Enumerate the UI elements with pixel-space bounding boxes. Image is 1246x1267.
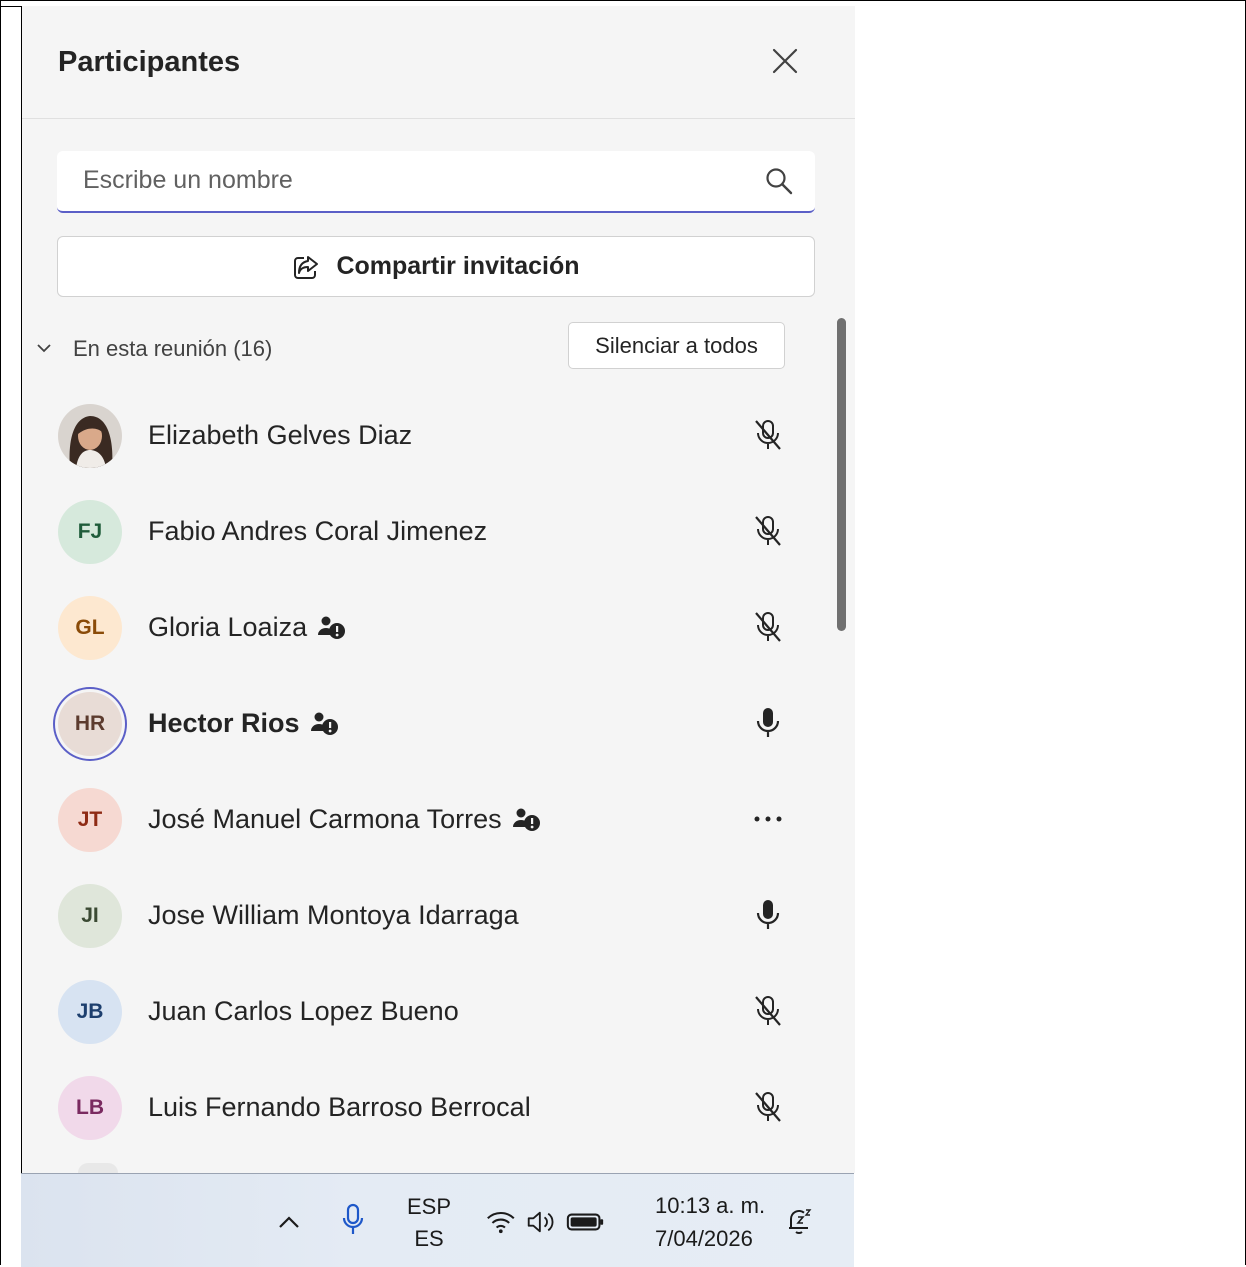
- participant-name-group: Hector Rios: [148, 708, 340, 739]
- clock[interactable]: 10:13 a. m. 7/04/2026: [655, 1189, 765, 1255]
- mic-on-icon: [750, 705, 786, 741]
- avatar: JI: [58, 884, 122, 948]
- avatar-initials: JT: [77, 808, 103, 831]
- external-user-icon: [317, 615, 347, 641]
- header-divider: [22, 118, 855, 119]
- participant-name: Jose William Montoya Idarraga: [148, 900, 519, 930]
- participant-name: Juan Carlos Lopez Bueno: [148, 996, 459, 1026]
- wifi-icon: [487, 1212, 515, 1234]
- microphone-tray-button[interactable]: [335, 1200, 371, 1240]
- avatar: LB: [58, 1076, 122, 1140]
- clock-date: 7/04/2026: [655, 1226, 753, 1251]
- participant-row[interactable]: JI Jose William Montoya Idarraga: [22, 866, 855, 962]
- search-box[interactable]: [57, 151, 815, 213]
- mic-off-icon: [750, 1089, 786, 1125]
- participant-name: Hector Rios: [148, 708, 300, 738]
- avatar-initials: HR: [74, 712, 106, 735]
- participant-row[interactable]: LB Luis Fernando Barroso Berrocal: [22, 1058, 855, 1154]
- notifications-button[interactable]: [783, 1204, 817, 1238]
- participant-row[interactable]: GL Gloria Loaiza: [22, 578, 855, 674]
- participant-name-group: Juan Carlos Lopez Bueno: [148, 996, 459, 1027]
- system-status-group[interactable]: [485, 1204, 605, 1240]
- do-not-disturb-bell-icon: [789, 1209, 812, 1234]
- avatar: [58, 404, 122, 468]
- participant-name-group: Jose William Montoya Idarraga: [148, 900, 519, 931]
- share-invitation-label: Compartir invitación: [336, 252, 580, 280]
- volume-icon: [527, 1211, 554, 1233]
- taskbar: ESP ES 10:13 a. m. 7/04/2026: [21, 1173, 854, 1267]
- section-label[interactable]: En esta reunión (16): [73, 336, 272, 362]
- avatar: JT: [58, 788, 122, 852]
- tray-expand-button[interactable]: [271, 1204, 307, 1240]
- mic-off-icon: [750, 609, 786, 645]
- participant-list: Elizabeth Gelves Diaz FJ Fabio Andres Cora…: [22, 386, 855, 1154]
- avatar-initials: LB: [76, 1096, 104, 1119]
- mic-off-icon: [750, 513, 786, 549]
- avatar-initials: FJ: [77, 520, 103, 543]
- participant-name-group: Elizabeth Gelves Diaz: [148, 420, 412, 451]
- partial-avatar: [78, 1163, 118, 1173]
- avatar: GL: [58, 596, 122, 660]
- avatar-initials: JB: [76, 1000, 104, 1023]
- chevron-down-icon[interactable]: [36, 342, 52, 354]
- participant-row[interactable]: Elizabeth Gelves Diaz: [22, 386, 855, 482]
- external-user-icon: [310, 711, 340, 737]
- avatar: JB: [58, 980, 122, 1044]
- external-user-icon: [512, 807, 542, 833]
- participant-row[interactable]: JB Juan Carlos Lopez Bueno: [22, 962, 855, 1058]
- microphone-icon: [342, 1203, 364, 1234]
- participant-name: Fabio Andres Coral Jimenez: [148, 516, 488, 546]
- participant-name: Luis Fernando Barroso Berrocal: [148, 1092, 531, 1122]
- battery-icon: [566, 1213, 604, 1231]
- avatar: FJ: [58, 500, 122, 564]
- close-icon: [772, 48, 798, 74]
- participants-panel: Participantes Compartir invitación En es…: [21, 6, 855, 1173]
- participant-name-group: Fabio Andres Coral Jimenez: [148, 516, 487, 547]
- chevron-up-icon: [279, 1216, 299, 1228]
- mic-off-icon: [750, 417, 786, 453]
- share-icon: [294, 255, 319, 279]
- panel-title: Participantes: [58, 46, 241, 78]
- avatar: HR: [58, 692, 122, 756]
- share-invitation-button[interactable]: Compartir invitación: [57, 236, 815, 297]
- participant-row[interactable]: JT José Manuel Carmona Torres: [22, 770, 855, 866]
- search-icon: [766, 168, 793, 195]
- participant-name: Gloria Loaiza: [148, 612, 308, 642]
- section-header: En esta reunión (16) Silenciar a todos: [22, 322, 855, 374]
- more-options-icon[interactable]: [750, 801, 786, 837]
- participant-name-group: Gloria Loaiza: [148, 612, 347, 643]
- mic-on-icon: [750, 897, 786, 933]
- participant-name: José Manuel Carmona Torres: [148, 804, 502, 834]
- mic-off-icon: [750, 993, 786, 1029]
- participant-row[interactable]: HR Hector Rios: [22, 674, 855, 770]
- participant-name-group: Luis Fernando Barroso Berrocal: [148, 1092, 531, 1123]
- search-input[interactable]: [57, 151, 747, 209]
- avatar-initials: GL: [75, 616, 105, 639]
- language-indicator[interactable]: ESP ES: [407, 1191, 451, 1255]
- participant-row[interactable]: FJ Fabio Andres Coral Jimenez: [22, 482, 855, 578]
- participant-name-group: José Manuel Carmona Torres: [148, 804, 542, 835]
- clock-time: 10:13 a. m.: [655, 1193, 766, 1218]
- avatar-initials: JI: [81, 904, 99, 927]
- mute-all-button[interactable]: Silenciar a todos: [568, 322, 785, 369]
- participant-name: Elizabeth Gelves Diaz: [148, 420, 413, 450]
- language-code: ESP: [407, 1194, 452, 1219]
- close-button[interactable]: [768, 44, 802, 78]
- keyboard-layout: ES: [414, 1226, 444, 1251]
